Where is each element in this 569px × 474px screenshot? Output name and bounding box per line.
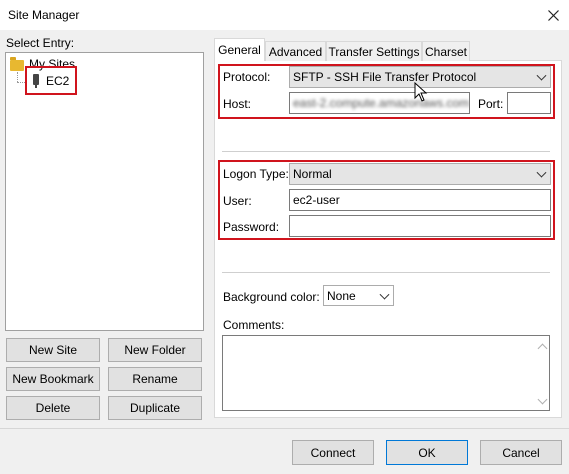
user-label: User: — [223, 194, 252, 208]
password-input[interactable] — [289, 215, 551, 237]
chevron-down-icon — [536, 70, 547, 81]
duplicate-button[interactable]: Duplicate — [108, 396, 202, 420]
logon-type-label: Logon Type: — [223, 167, 289, 181]
user-input[interactable]: ec2-user — [289, 189, 551, 211]
site-tree[interactable] — [5, 52, 204, 331]
ok-button[interactable]: OK — [386, 440, 468, 465]
tab-charset[interactable]: Charset — [422, 41, 470, 61]
rename-button[interactable]: Rename — [108, 367, 202, 391]
background-color-select[interactable]: None — [323, 285, 394, 306]
new-site-button[interactable]: New Site — [6, 338, 100, 362]
comments-label: Comments: — [223, 318, 285, 332]
host-input[interactable]: east-2.compute.amazonaws.com — [289, 92, 470, 114]
server-icon — [33, 74, 39, 88]
chevron-down-icon — [379, 289, 390, 300]
close-button[interactable] — [540, 3, 566, 27]
select-entry-label: Select Entry: — [6, 36, 75, 50]
window-title: Site Manager — [8, 8, 80, 22]
chevron-down-icon — [536, 167, 547, 178]
tab-general[interactable]: General — [214, 38, 265, 61]
comments-textarea[interactable] — [222, 335, 550, 411]
cancel-button[interactable]: Cancel — [480, 440, 562, 465]
port-label: Port: — [478, 97, 504, 111]
tree-folder-my-sites[interactable]: My Sites — [29, 57, 75, 71]
protocol-value: SFTP - SSH File Transfer Protocol — [293, 70, 477, 84]
background-color-label: Background color: — [223, 290, 320, 304]
logon-type-select[interactable]: Normal — [289, 163, 551, 185]
tab-advanced[interactable]: Advanced — [265, 41, 326, 61]
background-color-value: None — [327, 288, 356, 303]
new-folder-button[interactable]: New Folder — [108, 338, 202, 362]
host-label: Host: — [223, 97, 252, 111]
host-value: east-2.compute.amazonaws.com — [293, 96, 470, 110]
mouse-cursor-icon — [414, 82, 428, 102]
folder-icon — [10, 57, 24, 71]
delete-button[interactable]: Delete — [6, 396, 100, 420]
new-bookmark-button[interactable]: New Bookmark — [6, 367, 100, 391]
logon-type-value: Normal — [293, 167, 332, 181]
close-icon — [547, 9, 559, 21]
tab-transfer-settings[interactable]: Transfer Settings — [326, 41, 422, 61]
tree-site-ec2[interactable]: EC2 — [46, 74, 69, 88]
port-input[interactable] — [507, 92, 551, 114]
connect-button[interactable]: Connect — [292, 440, 374, 465]
protocol-label: Protocol: — [223, 70, 271, 84]
title-bar — [0, 0, 569, 30]
password-label: Password: — [223, 220, 280, 234]
